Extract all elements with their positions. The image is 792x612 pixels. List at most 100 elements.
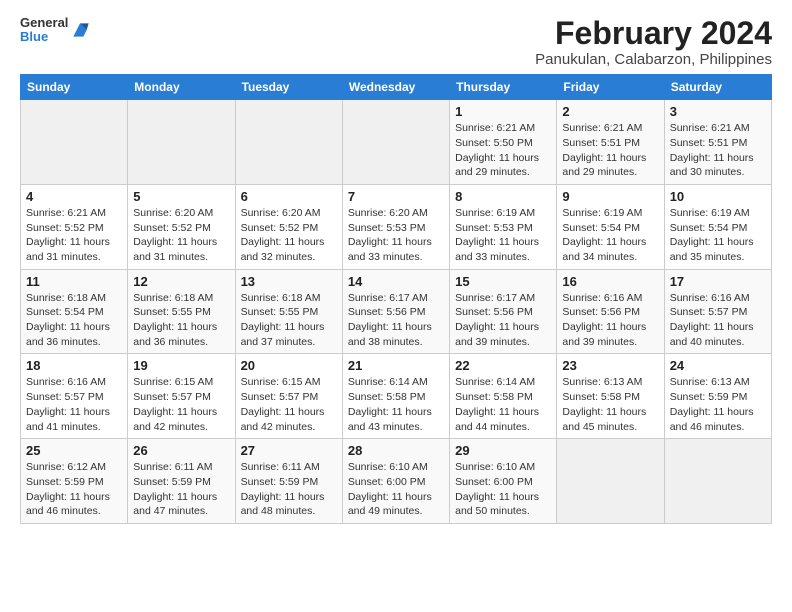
day-info: Sunrise: 6:20 AM Sunset: 5:52 PM Dayligh… — [241, 206, 337, 265]
day-number: 19 — [133, 358, 229, 373]
day-number: 18 — [26, 358, 122, 373]
day-info: Sunrise: 6:13 AM Sunset: 5:59 PM Dayligh… — [670, 375, 766, 434]
calendar-cell: 11 Sunrise: 6:18 AM Sunset: 5:54 PM Dayli… — [21, 269, 128, 354]
calendar-week-row: 25 Sunrise: 6:12 AM Sunset: 5:59 PM Dayli… — [21, 439, 772, 524]
day-number: 22 — [455, 358, 551, 373]
calendar-cell — [235, 100, 342, 185]
day-info: Sunrise: 6:16 AM Sunset: 5:57 PM Dayligh… — [26, 375, 122, 434]
day-number: 2 — [562, 104, 658, 119]
title-block: February 2024 Panukulan, Calabarzon, Phi… — [535, 16, 772, 68]
day-number: 5 — [133, 189, 229, 204]
day-info: Sunrise: 6:11 AM Sunset: 5:59 PM Dayligh… — [133, 460, 229, 519]
day-info: Sunrise: 6:21 AM Sunset: 5:51 PM Dayligh… — [670, 121, 766, 180]
day-info: Sunrise: 6:21 AM Sunset: 5:51 PM Dayligh… — [562, 121, 658, 180]
calendar-cell: 8 Sunrise: 6:19 AM Sunset: 5:53 PM Daylig… — [450, 184, 557, 269]
calendar-table: SundayMondayTuesdayWednesdayThursdayFrid… — [20, 74, 772, 524]
day-number: 4 — [26, 189, 122, 204]
day-number: 8 — [455, 189, 551, 204]
calendar-cell — [128, 100, 235, 185]
day-number: 23 — [562, 358, 658, 373]
weekday-header: Tuesday — [235, 75, 342, 100]
day-number: 12 — [133, 274, 229, 289]
day-number: 28 — [348, 443, 444, 458]
calendar-cell: 22 Sunrise: 6:14 AM Sunset: 5:58 PM Dayli… — [450, 354, 557, 439]
day-info: Sunrise: 6:21 AM Sunset: 5:50 PM Dayligh… — [455, 121, 551, 180]
day-number: 15 — [455, 274, 551, 289]
header: General Blue February 2024 Panukulan, Ca… — [20, 16, 772, 68]
calendar-cell: 29 Sunrise: 6:10 AM Sunset: 6:00 PM Dayli… — [450, 439, 557, 524]
calendar-week-row: 18 Sunrise: 6:16 AM Sunset: 5:57 PM Dayli… — [21, 354, 772, 439]
day-number: 17 — [670, 274, 766, 289]
calendar-cell: 9Sunrise: 6:19 AM Sunset: 5:54 PM Daylig… — [557, 184, 664, 269]
calendar-cell: 26 Sunrise: 6:11 AM Sunset: 5:59 PM Dayli… — [128, 439, 235, 524]
day-info: Sunrise: 6:14 AM Sunset: 5:58 PM Dayligh… — [348, 375, 444, 434]
day-info: Sunrise: 6:19 AM Sunset: 5:53 PM Dayligh… — [455, 206, 551, 265]
calendar-week-row: 1 Sunrise: 6:21 AM Sunset: 5:50 PM Daylig… — [21, 100, 772, 185]
calendar-cell: 15 Sunrise: 6:17 AM Sunset: 5:56 PM Dayli… — [450, 269, 557, 354]
calendar-cell — [557, 439, 664, 524]
day-info: Sunrise: 6:10 AM Sunset: 6:00 PM Dayligh… — [455, 460, 551, 519]
calendar-week-row: 4 Sunrise: 6:21 AM Sunset: 5:52 PM Daylig… — [21, 184, 772, 269]
day-info: Sunrise: 6:15 AM Sunset: 5:57 PM Dayligh… — [241, 375, 337, 434]
calendar-cell: 12 Sunrise: 6:18 AM Sunset: 5:55 PM Dayli… — [128, 269, 235, 354]
logo-line1: General — [20, 16, 68, 30]
day-info: Sunrise: 6:20 AM Sunset: 5:53 PM Dayligh… — [348, 206, 444, 265]
logo-text: General Blue — [20, 16, 68, 45]
weekday-header: Sunday — [21, 75, 128, 100]
day-number: 25 — [26, 443, 122, 458]
day-info: Sunrise: 6:18 AM Sunset: 5:55 PM Dayligh… — [241, 291, 337, 350]
day-info: Sunrise: 6:11 AM Sunset: 5:59 PM Dayligh… — [241, 460, 337, 519]
calendar-cell: 16Sunrise: 6:16 AM Sunset: 5:56 PM Dayli… — [557, 269, 664, 354]
day-info: Sunrise: 6:10 AM Sunset: 6:00 PM Dayligh… — [348, 460, 444, 519]
calendar-cell: 10Sunrise: 6:19 AM Sunset: 5:54 PM Dayli… — [664, 184, 771, 269]
calendar-cell: 19Sunrise: 6:15 AM Sunset: 5:57 PM Dayli… — [128, 354, 235, 439]
weekday-header: Monday — [128, 75, 235, 100]
day-number: 26 — [133, 443, 229, 458]
calendar-cell: 6 Sunrise: 6:20 AM Sunset: 5:52 PM Daylig… — [235, 184, 342, 269]
calendar-cell: 1 Sunrise: 6:21 AM Sunset: 5:50 PM Daylig… — [450, 100, 557, 185]
calendar-cell — [342, 100, 449, 185]
weekday-header: Wednesday — [342, 75, 449, 100]
weekday-header: Thursday — [450, 75, 557, 100]
day-number: 20 — [241, 358, 337, 373]
calendar-header-row: SundayMondayTuesdayWednesdayThursdayFrid… — [21, 75, 772, 100]
calendar-cell: 20 Sunrise: 6:15 AM Sunset: 5:57 PM Dayli… — [235, 354, 342, 439]
calendar-cell: 25 Sunrise: 6:12 AM Sunset: 5:59 PM Dayli… — [21, 439, 128, 524]
day-number: 9 — [562, 189, 658, 204]
calendar-week-row: 11 Sunrise: 6:18 AM Sunset: 5:54 PM Dayli… — [21, 269, 772, 354]
day-number: 14 — [348, 274, 444, 289]
day-number: 29 — [455, 443, 551, 458]
calendar-cell: 17 Sunrise: 6:16 AM Sunset: 5:57 PM Dayli… — [664, 269, 771, 354]
day-info: Sunrise: 6:17 AM Sunset: 5:56 PM Dayligh… — [455, 291, 551, 350]
logo: General Blue — [20, 16, 90, 45]
calendar-cell — [21, 100, 128, 185]
calendar-cell: 18 Sunrise: 6:16 AM Sunset: 5:57 PM Dayli… — [21, 354, 128, 439]
calendar-cell: 7 Sunrise: 6:20 AM Sunset: 5:53 PM Daylig… — [342, 184, 449, 269]
calendar-cell: 28 Sunrise: 6:10 AM Sunset: 6:00 PM Dayli… — [342, 439, 449, 524]
calendar-cell: 5Sunrise: 6:20 AM Sunset: 5:52 PM Daylig… — [128, 184, 235, 269]
day-info: Sunrise: 6:16 AM Sunset: 5:57 PM Dayligh… — [670, 291, 766, 350]
day-info: Sunrise: 6:21 AM Sunset: 5:52 PM Dayligh… — [26, 206, 122, 265]
calendar-cell: 13Sunrise: 6:18 AM Sunset: 5:55 PM Dayli… — [235, 269, 342, 354]
day-number: 10 — [670, 189, 766, 204]
weekday-header: Saturday — [664, 75, 771, 100]
day-info: Sunrise: 6:12 AM Sunset: 5:59 PM Dayligh… — [26, 460, 122, 519]
day-info: Sunrise: 6:14 AM Sunset: 5:58 PM Dayligh… — [455, 375, 551, 434]
calendar-cell: 23 Sunrise: 6:13 AM Sunset: 5:58 PM Dayli… — [557, 354, 664, 439]
day-info: Sunrise: 6:16 AM Sunset: 5:56 PM Dayligh… — [562, 291, 658, 350]
main-title: February 2024 — [535, 16, 772, 51]
day-number: 7 — [348, 189, 444, 204]
day-info: Sunrise: 6:18 AM Sunset: 5:54 PM Dayligh… — [26, 291, 122, 350]
day-number: 6 — [241, 189, 337, 204]
day-number: 11 — [26, 274, 122, 289]
logo-icon — [70, 20, 90, 40]
logo-line2: Blue — [20, 30, 68, 44]
calendar-cell: 2 Sunrise: 6:21 AM Sunset: 5:51 PM Daylig… — [557, 100, 664, 185]
calendar-cell: 21Sunrise: 6:14 AM Sunset: 5:58 PM Dayli… — [342, 354, 449, 439]
day-number: 1 — [455, 104, 551, 119]
day-info: Sunrise: 6:18 AM Sunset: 5:55 PM Dayligh… — [133, 291, 229, 350]
day-info: Sunrise: 6:13 AM Sunset: 5:58 PM Dayligh… — [562, 375, 658, 434]
subtitle: Panukulan, Calabarzon, Philippines — [535, 51, 772, 68]
day-number: 24 — [670, 358, 766, 373]
weekday-header: Friday — [557, 75, 664, 100]
